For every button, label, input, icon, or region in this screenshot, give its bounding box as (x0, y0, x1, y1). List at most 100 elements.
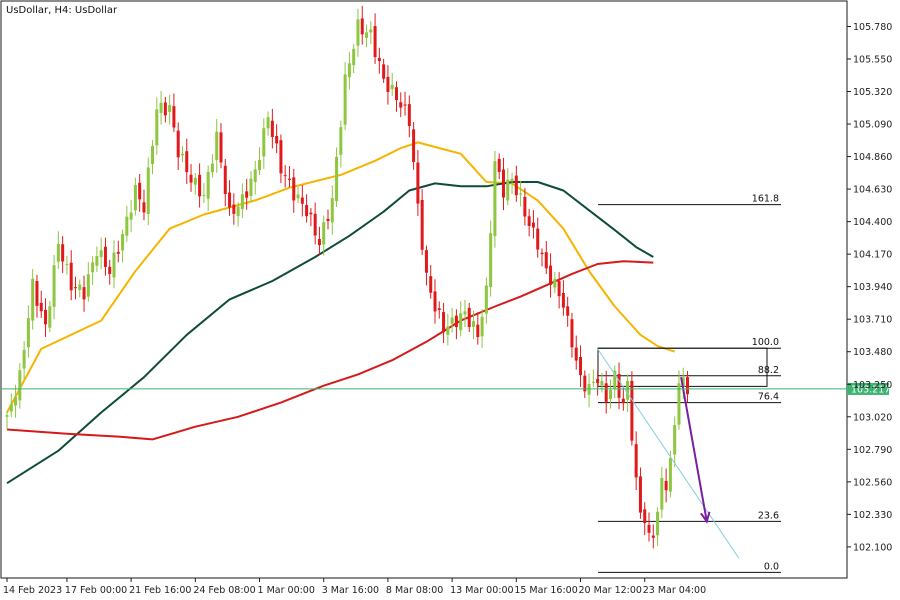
candle-body (279, 140, 283, 174)
candle-body (570, 319, 574, 348)
y-tick-label: 104.400 (853, 217, 892, 228)
candle-body (437, 308, 441, 311)
candle-body (454, 315, 458, 328)
candle-body (459, 313, 463, 331)
candle-body (377, 57, 381, 62)
y-tick-label: 102.100 (853, 542, 892, 553)
candle-body (48, 306, 52, 328)
candle-body (493, 161, 497, 237)
candle-body (557, 281, 561, 297)
candle-body (664, 480, 668, 491)
candle-body (18, 370, 22, 401)
price-chart[interactable]: 161.8100.088.276.423.60.0 103.217 105.78… (0, 0, 900, 600)
candle-body (322, 222, 326, 245)
candle-body (553, 279, 557, 288)
candle-body (142, 202, 146, 213)
candle-body (373, 26, 377, 58)
candle-body (579, 357, 583, 376)
candle-body (484, 285, 488, 314)
candle-body (531, 222, 535, 228)
candle-body (138, 182, 142, 200)
candle (493, 150, 497, 248)
candle-body (596, 378, 600, 383)
plot-area (0, 0, 848, 579)
candle-body (14, 397, 18, 406)
x-tick-label: 21 Feb 16:00 (129, 585, 191, 596)
candle-body (95, 256, 99, 266)
candle-body (73, 287, 77, 289)
candle-body (210, 163, 214, 173)
candle-body (626, 380, 630, 400)
candle-body (228, 192, 232, 208)
x-tick-label: 17 Feb 00:00 (65, 585, 127, 596)
candle-body (463, 311, 467, 315)
candle-body (480, 316, 484, 337)
x-tick-label: 15 Mar 16:00 (514, 585, 577, 596)
candle-body (287, 178, 291, 180)
candle-body (168, 104, 172, 112)
candle-body (176, 130, 180, 158)
candle-body (403, 104, 407, 106)
candle-body (523, 196, 527, 217)
candle-body (643, 509, 647, 524)
y-tick-label: 102.560 (853, 477, 892, 488)
candle-body (99, 250, 103, 258)
y-tick-label: 102.790 (853, 445, 892, 456)
candle-body (651, 535, 655, 538)
candle-body (514, 175, 518, 196)
fib-level-label: 23.6 (758, 510, 779, 521)
candle-body (56, 243, 60, 262)
candle-body (133, 185, 137, 211)
candle-body (180, 153, 184, 156)
candle-body (360, 18, 364, 35)
y-tick-label: 102.330 (853, 510, 892, 521)
fib-level-label: 161.8 (752, 194, 779, 205)
time-axis[interactable]: 14 Feb 2023 17 Feb 00:00 21 Feb 16:00 24 Fe… (3, 578, 706, 596)
candle-body (617, 374, 621, 398)
x-tick-label: 13 Mar 00:00 (450, 585, 513, 596)
y-tick-label: 104.860 (853, 152, 892, 163)
candle-body (159, 102, 163, 113)
candle-body (266, 117, 270, 129)
y-tick-label: 104.630 (853, 185, 892, 196)
candle-body (78, 284, 82, 290)
candle-body (489, 233, 493, 288)
x-tick-label: 8 Mar 08:00 (386, 585, 443, 596)
candle-body (163, 102, 167, 116)
candle-body (326, 218, 330, 222)
candle-body (219, 132, 223, 163)
price-axis[interactable]: 105.780 105.550 105.320 105.090 104.860 104.6… (847, 22, 892, 553)
candle-body (424, 250, 428, 273)
y-tick-label: 103.940 (853, 282, 892, 293)
candle (630, 371, 634, 446)
candle-body (189, 174, 193, 183)
candle-body (300, 197, 304, 204)
candle-body (686, 377, 690, 395)
candle-body (5, 415, 9, 417)
candle-body (202, 195, 206, 197)
candle-body (193, 177, 197, 185)
candle-body (608, 389, 612, 400)
candle-body (673, 425, 677, 455)
candle-body (275, 135, 279, 144)
candle-body (39, 302, 43, 312)
candle-body (394, 87, 398, 101)
y-tick-label: 105.090 (853, 120, 892, 131)
candle-body (668, 457, 672, 492)
candle-body (69, 262, 73, 291)
fib-level-label: 100.0 (752, 337, 779, 348)
candle-body (382, 64, 386, 79)
candle-body (527, 216, 531, 227)
candle-body (390, 84, 394, 90)
candle-body (630, 380, 634, 441)
candle-body (386, 76, 390, 93)
candle-body (223, 165, 227, 195)
candle-body (61, 244, 65, 262)
candle-body (258, 159, 262, 171)
candle-body (146, 167, 150, 214)
candle-body (549, 265, 553, 285)
candle-body (22, 350, 26, 369)
candle-body (347, 63, 351, 78)
candle-body (31, 278, 35, 321)
candle-body (621, 398, 625, 404)
